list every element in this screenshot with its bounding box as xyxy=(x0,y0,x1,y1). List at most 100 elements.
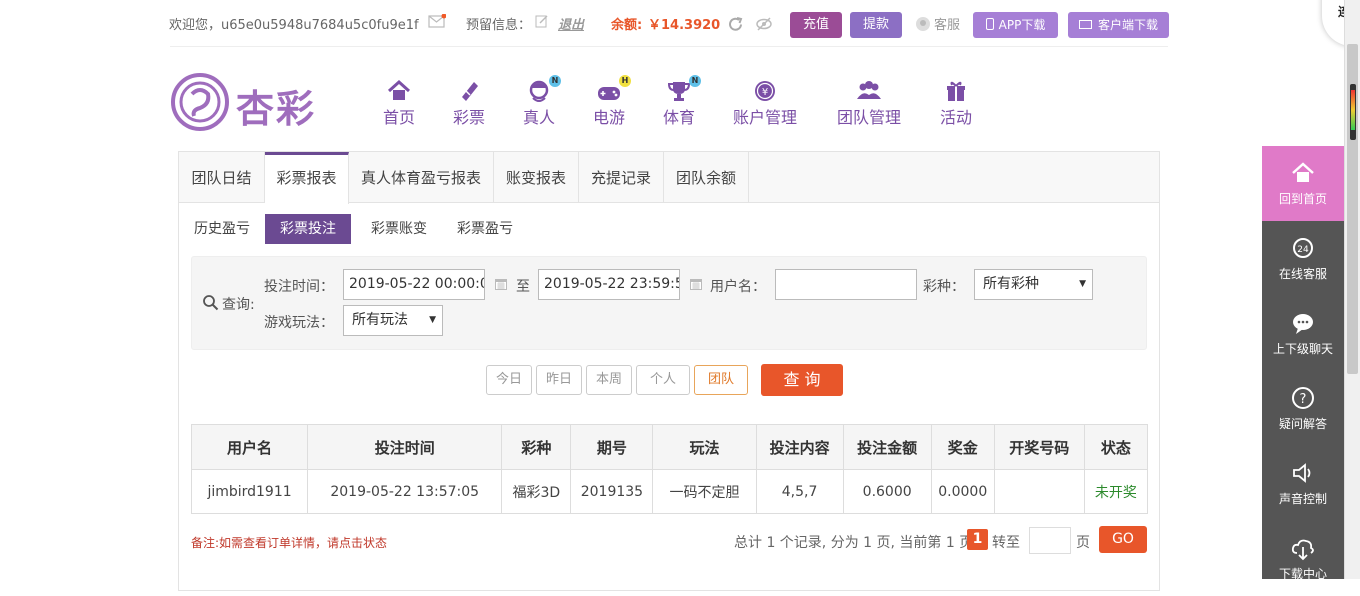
rail-faq[interactable]: ? 疑问解答 xyxy=(1262,371,1344,446)
client-download-button[interactable]: 客户端下载 xyxy=(1068,12,1169,38)
nav-badge: N xyxy=(689,75,701,87)
withdraw-button[interactable]: 提款 xyxy=(850,12,902,38)
go-button[interactable]: GO xyxy=(1099,526,1147,553)
logo-emblem-icon xyxy=(171,73,229,131)
username-input[interactable] xyxy=(775,269,917,300)
col-bet-time: 投注时间 xyxy=(307,424,503,470)
cell-draw-number xyxy=(993,469,1085,514)
range-personal-button[interactable]: 个人 xyxy=(636,365,690,395)
col-play: 玩法 xyxy=(652,424,757,470)
nav-lottery[interactable]: 彩票 xyxy=(451,78,487,128)
col-issue: 期号 xyxy=(570,424,654,470)
logout-link[interactable]: 退出 xyxy=(558,14,584,33)
page-scrollbar[interactable] xyxy=(1344,0,1360,579)
service-icon[interactable] xyxy=(915,16,931,36)
table-header-row: 用户名 投注时间 彩种 期号 玩法 投注内容 投注金额 奖金 开奖号码 状态 xyxy=(190,424,1149,470)
nav-egame[interactable]: H 电游 xyxy=(591,75,631,128)
current-page[interactable]: 1 xyxy=(967,529,988,550)
play-type-select[interactable]: 所有玩法 ▼ xyxy=(343,305,443,336)
nav-home[interactable]: 首页 xyxy=(381,78,417,128)
goto-label: 转至 xyxy=(992,535,1020,551)
query-box: 查询: 投注时间： 2019-05-22 00:00:00 至 2019-05-… xyxy=(191,256,1147,350)
col-draw-number: 开奖号码 xyxy=(993,424,1085,470)
phone-icon xyxy=(985,18,994,30)
hide-balance-icon[interactable] xyxy=(755,16,773,36)
col-prize: 奖金 xyxy=(930,424,995,470)
play-type-label: 游戏玩法： xyxy=(264,315,334,331)
svg-text:?: ? xyxy=(1300,392,1307,407)
bet-time-label: 投注时间： xyxy=(264,279,334,295)
app-download-label: APP下载 xyxy=(998,18,1046,32)
cell-status-link[interactable]: 未开奖 xyxy=(1083,469,1149,514)
search-button[interactable]: 查 询 xyxy=(761,364,843,396)
svg-text:¥: ¥ xyxy=(762,87,768,98)
nav-label: 体育 xyxy=(662,108,695,127)
tab-team-daily[interactable]: 团队日结 xyxy=(179,152,265,203)
goto-page-input[interactable] xyxy=(1029,527,1071,554)
rail-online-service[interactable]: 24 在线客服 xyxy=(1262,221,1344,296)
lottery-type-label: 彩种： xyxy=(923,279,965,295)
cell-username: jimbird1911 xyxy=(190,469,309,514)
nav-live[interactable]: N 真人 xyxy=(521,75,561,128)
recharge-button[interactable]: 充值 xyxy=(790,12,842,38)
tab-account-change[interactable]: 账变报表 xyxy=(494,152,579,203)
svg-text:24: 24 xyxy=(1297,245,1309,255)
question-icon: ? xyxy=(1292,387,1314,409)
tab-deposit-withdraw[interactable]: 充提记录 xyxy=(579,152,664,203)
subtab-lottery-bets[interactable]: 彩票投注 xyxy=(265,214,351,244)
range-today-button[interactable]: 今日 xyxy=(486,365,532,395)
yen-icon: ¥ xyxy=(755,81,775,101)
dropdown-arrow-icon: ▼ xyxy=(429,315,436,325)
calendar-icon[interactable] xyxy=(689,277,703,295)
start-time-input[interactable]: 2019-05-22 00:00:00 xyxy=(343,269,485,300)
range-yesterday-button[interactable]: 昨日 xyxy=(536,365,582,395)
subtab-history-pnl[interactable]: 历史盈亏 xyxy=(187,214,257,244)
ticket-icon xyxy=(462,82,478,101)
reserved-info-label: 预留信息： xyxy=(466,18,532,33)
rail-home[interactable]: 回到首页 xyxy=(1262,146,1344,221)
report-panel: 团队日结 彩票报表 真人体育盈亏报表 账变报表 充提记录 团队余额 历史盈亏 彩… xyxy=(178,151,1160,591)
subtab-lottery-changes[interactable]: 彩票账变 xyxy=(359,214,439,244)
col-lottery: 彩种 xyxy=(501,424,572,470)
nav-label: 团队管理 xyxy=(836,108,901,127)
calendar-icon[interactable] xyxy=(494,277,508,295)
range-team-button[interactable]: 团队 xyxy=(694,365,748,395)
logo-text: 杏彩 xyxy=(236,87,317,131)
report-tabs: 团队日结 彩票报表 真人体育盈亏报表 账变报表 充提记录 团队余额 xyxy=(179,152,1159,204)
app-download-button[interactable]: APP下载 xyxy=(973,12,1058,38)
site-logo[interactable]: 杏彩 xyxy=(170,72,314,136)
nav-label: 真人 xyxy=(522,108,555,127)
rail-sound[interactable]: 声音控制 xyxy=(1262,446,1344,521)
download-cloud-icon xyxy=(1291,539,1314,561)
range-week-button[interactable]: 本周 xyxy=(586,365,632,395)
refresh-icon[interactable] xyxy=(727,16,744,37)
top-bar: 欢迎您，u65e0u5948u7684u5c0fu9e1f 预留信息： 退出 余… xyxy=(0,0,1344,46)
rail-label: 疑问解答 xyxy=(1278,417,1327,431)
subtab-lottery-pnl[interactable]: 彩票盈亏 xyxy=(445,214,525,244)
edit-icon[interactable] xyxy=(535,14,549,32)
nav-account[interactable]: ¥ 账户管理 xyxy=(731,78,799,128)
end-time-input[interactable]: 2019-05-22 23:59:59 xyxy=(538,269,680,300)
lottery-type-select[interactable]: 所有彩种 ▼ xyxy=(974,269,1093,300)
cell-issue: 2019135 xyxy=(570,469,654,514)
tab-lottery-report[interactable]: 彩票报表 xyxy=(265,152,349,204)
mail-icon[interactable] xyxy=(428,13,447,32)
rail-chat[interactable]: 上下级聊天 xyxy=(1262,296,1344,371)
username-label: 用户名： xyxy=(710,279,766,295)
balance-value: ￥14.3920 xyxy=(648,18,721,33)
nav-sports[interactable]: N 体育 xyxy=(661,75,701,128)
client-download-label: 客户端下载 xyxy=(1097,18,1158,32)
search-icon xyxy=(202,294,219,315)
tab-team-balance[interactable]: 团队余额 xyxy=(664,152,749,203)
tab-live-sports-pnl[interactable]: 真人体育盈亏报表 xyxy=(349,152,494,203)
rail-download[interactable]: 下载中心 xyxy=(1262,521,1344,596)
nav-label: 彩票 xyxy=(452,108,485,127)
pagination-summary: 总计 1 个记录, 分为 1 页, 当前第 1 页 xyxy=(734,535,974,551)
cell-lottery: 福彩3D xyxy=(501,469,572,514)
table-row: jimbird1911 2019-05-22 13:57:05 福彩3D 201… xyxy=(190,469,1149,514)
nav-label: 活动 xyxy=(939,108,972,127)
nav-team[interactable]: 团队管理 xyxy=(835,78,903,128)
service-link[interactable]: 客服 xyxy=(934,14,960,33)
nav-activity[interactable]: 活动 xyxy=(938,78,974,128)
bets-table: 用户名 投注时间 彩种 期号 玩法 投注内容 投注金额 奖金 开奖号码 状态 j… xyxy=(190,424,1149,514)
